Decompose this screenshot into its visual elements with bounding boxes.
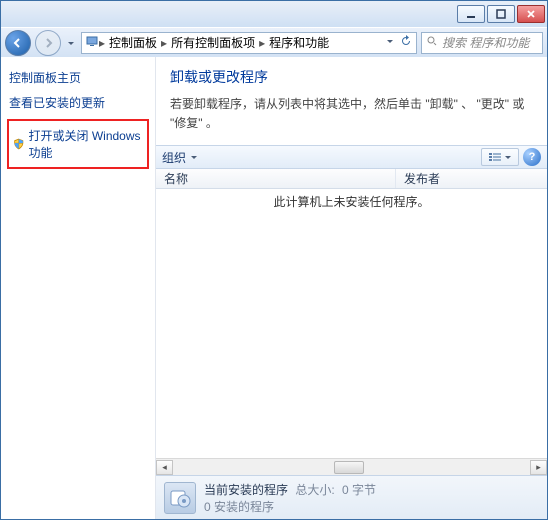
horizontal-scrollbar[interactable]: ◂ ▸ <box>156 458 547 475</box>
refresh-dropdown[interactable] <box>384 35 396 50</box>
scroll-left-button[interactable]: ◂ <box>156 460 173 475</box>
refresh-button[interactable] <box>400 35 412 50</box>
breadcrumb-programs[interactable]: 程序和功能 <box>266 34 332 51</box>
organize-menu[interactable]: 组织 <box>162 149 200 166</box>
minimize-button[interactable] <box>457 5 485 23</box>
help-button[interactable]: ? <box>523 148 541 166</box>
status-text: 当前安装的程序 总大小: 0 字节 0 安装的程序 <box>204 481 376 515</box>
computer-icon <box>86 35 98 50</box>
scroll-right-button[interactable]: ▸ <box>530 460 547 475</box>
toolbar: 组织 ? <box>156 145 547 169</box>
chevron-right-icon: ▸ <box>258 36 266 50</box>
chevron-right-icon: ▸ <box>160 36 168 50</box>
breadcrumb-all-items[interactable]: 所有控制面板项 <box>168 34 258 51</box>
breadcrumb-control-panel[interactable]: 控制面板 <box>106 34 160 51</box>
forward-button[interactable] <box>35 30 61 56</box>
status-installed-count: 0 安装的程序 <box>204 498 376 515</box>
main-panel: 卸载或更改程序 若要卸载程序，请从列表中将其选中，然后单击 "卸载" 、 "更改… <box>156 57 547 519</box>
empty-message: 此计算机上未安装任何程序。 <box>156 189 547 210</box>
page-description: 若要卸载程序，请从列表中将其选中，然后单击 "卸载" 、 "更改" 或 "修复"… <box>170 95 533 133</box>
shield-icon <box>13 137 25 151</box>
history-dropdown[interactable] <box>65 33 77 53</box>
sidebar-view-updates[interactable]: 查看已安装的更新 <box>7 90 149 115</box>
page-title: 卸载或更改程序 <box>170 67 533 87</box>
close-button[interactable] <box>517 5 545 23</box>
column-publisher[interactable]: 发布者 <box>396 170 547 187</box>
back-button[interactable] <box>5 30 31 56</box>
search-box[interactable]: 搜索 程序和功能 <box>421 32 543 54</box>
programs-icon <box>164 482 196 514</box>
column-name[interactable]: 名称 <box>156 169 396 188</box>
sidebar-windows-features[interactable]: 打开或关闭 Windows 功能 <box>11 123 145 165</box>
search-icon <box>426 35 438 50</box>
sidebar: 控制面板主页 查看已安装的更新 打开或关闭 Windows 功能 <box>1 57 156 519</box>
navigation-bar: ▸ 控制面板 ▸ 所有控制面板项 ▸ 程序和功能 搜索 程序和功能 <box>1 27 547 57</box>
content-split: 控制面板主页 查看已安装的更新 打开或关闭 Windows 功能 卸载或更改程序… <box>1 57 547 519</box>
status-bar: 当前安装的程序 总大小: 0 字节 0 安装的程序 <box>156 475 547 519</box>
scroll-thumb[interactable] <box>334 461 364 474</box>
scroll-track[interactable] <box>173 460 530 475</box>
highlight-box: 打开或关闭 Windows 功能 <box>7 119 149 169</box>
sidebar-windows-features-label: 打开或关闭 Windows 功能 <box>29 127 144 161</box>
list-header: 名称 发布者 <box>156 169 547 189</box>
chevron-right-icon: ▸ <box>98 36 106 50</box>
chevron-down-icon <box>188 151 200 163</box>
titlebar <box>1 1 547 27</box>
sidebar-home[interactable]: 控制面板主页 <box>7 65 149 90</box>
programs-features-window: ▸ 控制面板 ▸ 所有控制面板项 ▸ 程序和功能 搜索 程序和功能 控制面板主页… <box>0 0 548 520</box>
view-options-button[interactable] <box>481 148 519 166</box>
program-list: 此计算机上未安装任何程序。 <box>156 189 547 458</box>
organize-label: 组织 <box>162 149 186 166</box>
maximize-button[interactable] <box>487 5 515 23</box>
status-title: 当前安装的程序 <box>204 483 288 497</box>
search-placeholder: 搜索 程序和功能 <box>442 34 529 51</box>
status-size-label: 总大小: <box>295 483 334 497</box>
status-size-value: 0 字节 <box>342 483 376 497</box>
address-bar[interactable]: ▸ 控制面板 ▸ 所有控制面板项 ▸ 程序和功能 <box>81 32 417 54</box>
